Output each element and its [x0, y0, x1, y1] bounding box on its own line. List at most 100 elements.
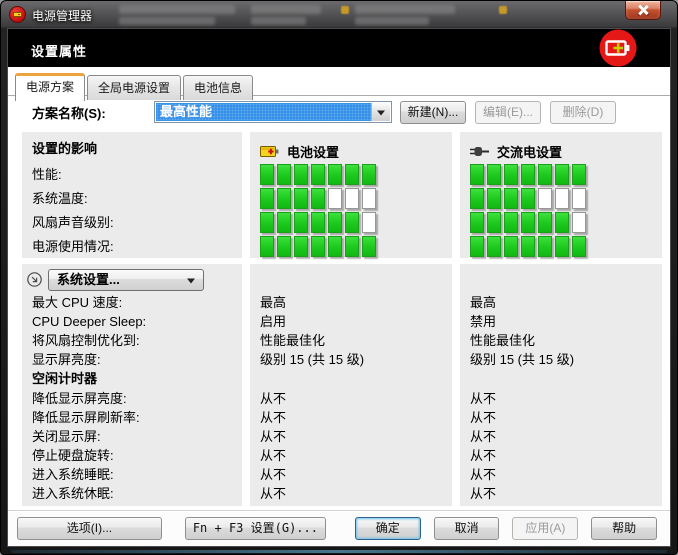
titlebar-background-blur: [251, 17, 306, 25]
ac-setting-value: 从不: [460, 408, 662, 427]
scheme-name-value: 最高性能: [156, 103, 371, 121]
battery-setting-value: 级别 15 (共 15 级): [250, 350, 452, 369]
setting-row-label: 进入系统睡眠:: [22, 465, 242, 484]
ac-setting-value: 从不: [460, 484, 662, 503]
ac-setting-value: 禁用: [460, 312, 662, 331]
meter-segment: [260, 164, 274, 185]
meter-segment: [555, 236, 569, 257]
meter-row: [460, 236, 662, 260]
effect-row-label: 风扇声音级别:: [22, 212, 242, 236]
help-button[interactable]: 帮助: [591, 517, 657, 540]
meter-segment: [487, 188, 501, 209]
meter-segment: [345, 164, 359, 185]
meter-row: [250, 164, 452, 188]
scheme-row: 方案名称(S): 最高性能 新建(N)... 编辑(E)... 删除(D): [8, 96, 670, 128]
ac-values-panel: 最高禁用性能最佳化级别 15 (共 15 级) 从不从不从不从不从不从不: [460, 264, 662, 506]
settings-dialog: 设置属性 电源方案全局电源设置电池信息 方案名称(S): 最高性能 新建(N).…: [7, 28, 671, 547]
window-title: 电源管理器: [32, 7, 92, 24]
meter-segment: [294, 188, 308, 209]
titlebar-background-blur: [119, 5, 235, 14]
spacer: [250, 266, 452, 293]
new-button[interactable]: 新建(N)...: [400, 101, 466, 124]
system-settings-dropdown-label: 系统设置...: [57, 272, 120, 287]
meter-row: [460, 164, 662, 188]
setting-row-label: 将风扇控制优化到:: [22, 331, 242, 350]
meter-segment: [311, 236, 325, 257]
meter-segment: [555, 188, 569, 209]
meter-segment: [572, 164, 586, 185]
meter-segment: [311, 188, 325, 209]
meter-segment: [555, 212, 569, 233]
spacer: [250, 369, 452, 389]
combobox-dropdown-button[interactable]: [371, 103, 390, 121]
ac-plug-icon: [470, 145, 489, 158]
meter-segment: [277, 212, 291, 233]
edit-button: 编辑(E)...: [475, 101, 541, 124]
ac-setting-value: 从不: [460, 465, 662, 484]
close-icon: [638, 5, 648, 15]
meter-segment: [362, 164, 376, 185]
meter-segment: [538, 164, 552, 185]
meter-segment: [572, 212, 586, 233]
system-section: 系统设置... 最大 CPU 速度:CPU Deeper Sleep:将风扇控制…: [22, 264, 662, 506]
battery-values-panel: 最高启用性能最佳化级别 15 (共 15 级) 从不从不从不从不从不从不: [250, 264, 452, 506]
system-settings-dropdown[interactable]: 系统设置...: [48, 269, 204, 291]
meter-row: [460, 188, 662, 212]
meter-segment: [572, 236, 586, 257]
apply-button: 应用(A): [512, 517, 578, 540]
ac-setting-value: 级别 15 (共 15 级): [460, 350, 662, 369]
titlebar-background-blur: [499, 6, 507, 14]
ac-column-header: 交流电设置: [497, 142, 562, 161]
setting-row-label: 关闭显示屏:: [22, 427, 242, 446]
ac-setting-value: 最高: [460, 293, 662, 312]
ac-setting-value: 从不: [460, 446, 662, 465]
battery-setting-value: 从不: [250, 465, 452, 484]
tab-bar: 电源方案全局电源设置电池信息: [8, 67, 670, 96]
page-title: 设置属性: [31, 41, 87, 60]
meter-segment: [311, 164, 325, 185]
meter-segment: [311, 212, 325, 233]
meter-segment: [277, 164, 291, 185]
battery-setting-value: 从不: [250, 408, 452, 427]
delete-button: 删除(D): [550, 101, 616, 124]
ok-button[interactable]: 确定: [355, 517, 421, 540]
meter-segment: [362, 188, 376, 209]
meter-segment: [362, 236, 376, 257]
meter-row: [460, 212, 662, 236]
meter-segment: [521, 188, 535, 209]
expand-arrow-icon[interactable]: [27, 272, 42, 287]
meter-segment: [555, 164, 569, 185]
idle-timers-title: 空闲计时器: [22, 369, 242, 389]
meter-segment: [487, 236, 501, 257]
meter-segment: [504, 164, 518, 185]
battery-setting-value: 最高: [250, 293, 452, 312]
titlebar: 电源管理器: [1, 1, 677, 28]
meter-segment: [328, 188, 342, 209]
close-button[interactable]: [625, 1, 661, 20]
battery-setting-value: 从不: [250, 484, 452, 503]
meter-row: [250, 188, 452, 212]
meter-segment: [328, 212, 342, 233]
meter-segment: [345, 188, 359, 209]
meter-segment: [260, 236, 274, 257]
meter-segment: [470, 188, 484, 209]
scheme-name-combobox[interactable]: 最高性能: [154, 101, 392, 123]
power-manager-window: 电源管理器 设置属性 电源方案全局电源设置电池信息 方案名称(S): 最高性能 …: [0, 0, 678, 555]
battery-logo-icon: [599, 29, 637, 72]
titlebar-background-blur: [119, 17, 215, 25]
meter-segment: [294, 164, 308, 185]
battery-setting-value: 从不: [250, 389, 452, 408]
options-button[interactable]: 选项(I)...: [17, 517, 162, 540]
scheme-buttons-group: 新建(N)... 编辑(E)... 删除(D): [400, 101, 625, 124]
effects-labels-panel: 设置的影响 性能:系统温度:风扇声音级别:电源使用情况:: [22, 132, 242, 258]
meter-segment: [504, 236, 518, 257]
meter-segment: [362, 212, 376, 233]
cancel-button[interactable]: 取消: [434, 517, 500, 540]
effect-row-label: 性能:: [22, 164, 242, 188]
fn-f3-settings-button[interactable]: Fn + F3 设置(G)...: [185, 517, 326, 540]
meter-segment: [521, 164, 535, 185]
tab-power-plan[interactable]: 电源方案: [15, 73, 85, 101]
titlebar-background-blur: [355, 5, 455, 14]
meter-segment: [277, 188, 291, 209]
scheme-name-label: 方案名称(S):: [32, 103, 154, 122]
